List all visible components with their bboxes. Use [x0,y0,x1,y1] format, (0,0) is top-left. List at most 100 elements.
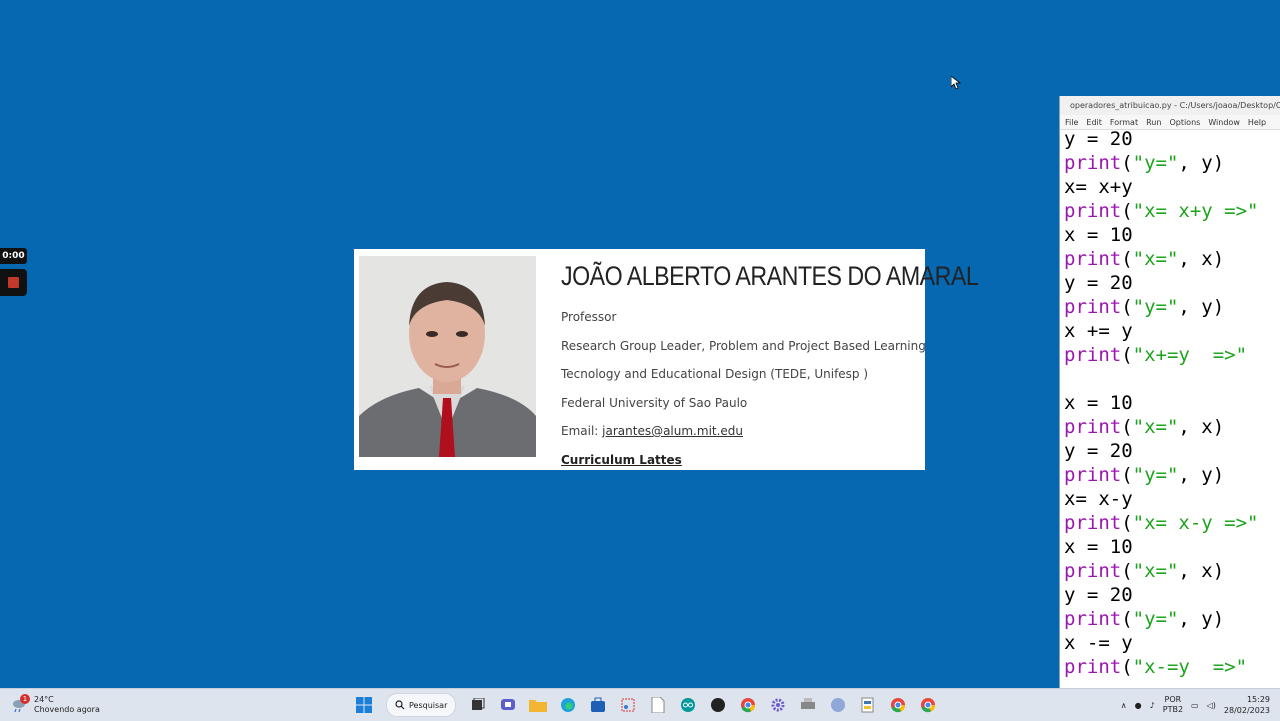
code-line: y = 20 [1064,128,1133,150]
display-icon[interactable]: ▭ [1191,701,1199,710]
r-icon [831,698,845,712]
snipping-tool-button[interactable] [616,693,640,717]
clock-date: 28/02/2023 [1223,706,1270,715]
language-code: POR [1164,695,1182,704]
menu-help[interactable]: Help [1248,118,1266,127]
idle-editor-window[interactable]: operadores_atribuicao.py - C:/Users/joao… [1059,96,1280,688]
taskbar-clock[interactable]: 15:29 28/02/2023 [1224,694,1270,716]
code-line: print("x=", x) [1064,560,1225,582]
dell-icon [711,698,725,712]
notepad-button[interactable] [646,693,670,717]
profile-card: JOÃO ALBERTO ARANTES DO AMARAL Professor… [354,249,979,470]
profile-role: Research Group Leader, Problem and Proje… [561,339,926,353]
start-button[interactable] [352,693,376,717]
code-line: print("x= x+y =>" [1064,200,1259,222]
code-line: print("y=", y) [1064,152,1225,174]
chrome-icon [891,698,906,713]
weather-widget[interactable]: 1 24°C Chovendo agora [10,692,100,718]
task-view-button[interactable] [466,693,490,717]
weather-temp: 24°C [34,695,54,704]
profile-photo [359,256,536,457]
python-icon [861,697,874,713]
taskbar: 1 24°C Chovendo agora Pesquisar ∧ ● ♪ PO… [0,688,1280,721]
recording-timer: 0:00 [0,248,27,264]
profile-university: Federal University of Sao Paulo [561,396,748,410]
folder-icon [529,700,547,712]
email-label: Email: [561,424,603,438]
microphone-icon[interactable]: ♪ [1150,701,1155,710]
printer-icon [801,698,815,709]
r-app-button[interactable] [826,693,850,717]
menu-run[interactable]: Run [1146,118,1161,127]
code-line: x -= y [1064,632,1133,654]
menu-options[interactable]: Options [1169,118,1200,127]
profile-group: Tecnology and Educational Design (TEDE, … [561,367,869,381]
code-line: y = 20 [1064,272,1133,294]
store-icon [591,697,605,712]
chrome-button[interactable] [736,693,760,717]
code-line: print("x= x-y =>" [1064,512,1259,534]
network-status-icon[interactable]: ● [1135,701,1142,710]
weather-desc: Chovendo agora [34,705,100,714]
search-label: Pesquisar [409,700,448,710]
search-icon [395,700,405,710]
arduino-button[interactable] [676,693,700,717]
arduino-icon [681,698,695,712]
notification-badge: 1 [20,694,30,704]
code-area[interactable]: y = 20 print("y=", y) x= x+y print("x= x+y … [1064,127,1259,679]
settings-button[interactable] [766,693,790,717]
snipping-icon [621,698,635,712]
file-explorer-button[interactable] [526,693,550,717]
chrome-profile-2-button[interactable] [916,693,940,717]
task-view-icon [472,698,485,710]
clock-time: 15:29 [1246,695,1270,704]
idle-titlebar[interactable]: operadores_atribuicao.py - C:/Users/joao… [1060,96,1280,115]
code-line: x= x-y [1064,488,1133,510]
show-hidden-icons-chevron-icon[interactable]: ∧ [1121,701,1127,710]
code-line: x = 10 [1064,392,1133,414]
code-line: x += y [1064,320,1133,342]
mouse-cursor [951,76,961,90]
code-line: print("y=", y) [1064,464,1225,486]
email-link[interactable]: jarantes@alum.mit.edu [602,424,743,438]
taskbar-search[interactable]: Pesquisar [386,693,456,717]
python-idle-button[interactable] [856,693,880,717]
code-line: print("x=", x) [1064,416,1225,438]
code-line: print("y=", y) [1064,608,1225,630]
code-line: print("x-=y =>" [1064,656,1248,678]
document-icon [651,697,665,713]
menu-window[interactable]: Window [1208,118,1240,127]
chrome-icon [741,698,756,713]
chrome-icon [921,698,936,713]
code-line: print("x=", x) [1064,248,1225,270]
language-indicator[interactable]: POR PTB2 [1163,695,1183,715]
profile-title: Professor [561,310,617,324]
code-line: y = 20 [1064,584,1133,606]
printer-app-button[interactable] [796,693,820,717]
rain-cloud-icon: 1 [10,694,30,714]
menu-file[interactable]: File [1065,118,1078,127]
edge-icon [561,698,575,712]
edge-button[interactable] [556,693,580,717]
idle-title: operadores_atribuicao.py - C:/Users/joao… [1070,101,1280,110]
gear-icon [771,698,785,712]
curriculum-lattes-link[interactable]: Curriculum Lattes [561,453,682,467]
code-line: x = 10 [1064,536,1133,558]
menu-format[interactable]: Format [1110,118,1138,127]
code-line: print("x+=y =>" [1064,344,1248,366]
chrome-profile-button[interactable] [886,693,910,717]
menu-edit[interactable]: Edit [1086,118,1102,127]
store-button[interactable] [586,693,610,717]
windows-icon [356,697,372,713]
teams-chat-button[interactable] [496,693,520,717]
dell-button[interactable] [706,693,730,717]
volume-icon[interactable]: ◁) [1207,701,1216,710]
system-tray: ∧ ● ♪ POR PTB2 ▭ ◁) 15:29 28/02/2023 [1121,692,1270,718]
profile-email-line: Email: jarantes@alum.mit.edu [561,424,743,438]
stop-recording-button[interactable] [0,269,27,296]
chat-icon [501,699,515,710]
code-line: y = 20 [1064,440,1133,462]
stop-icon [8,277,19,288]
code-line: print("y=", y) [1064,296,1225,318]
